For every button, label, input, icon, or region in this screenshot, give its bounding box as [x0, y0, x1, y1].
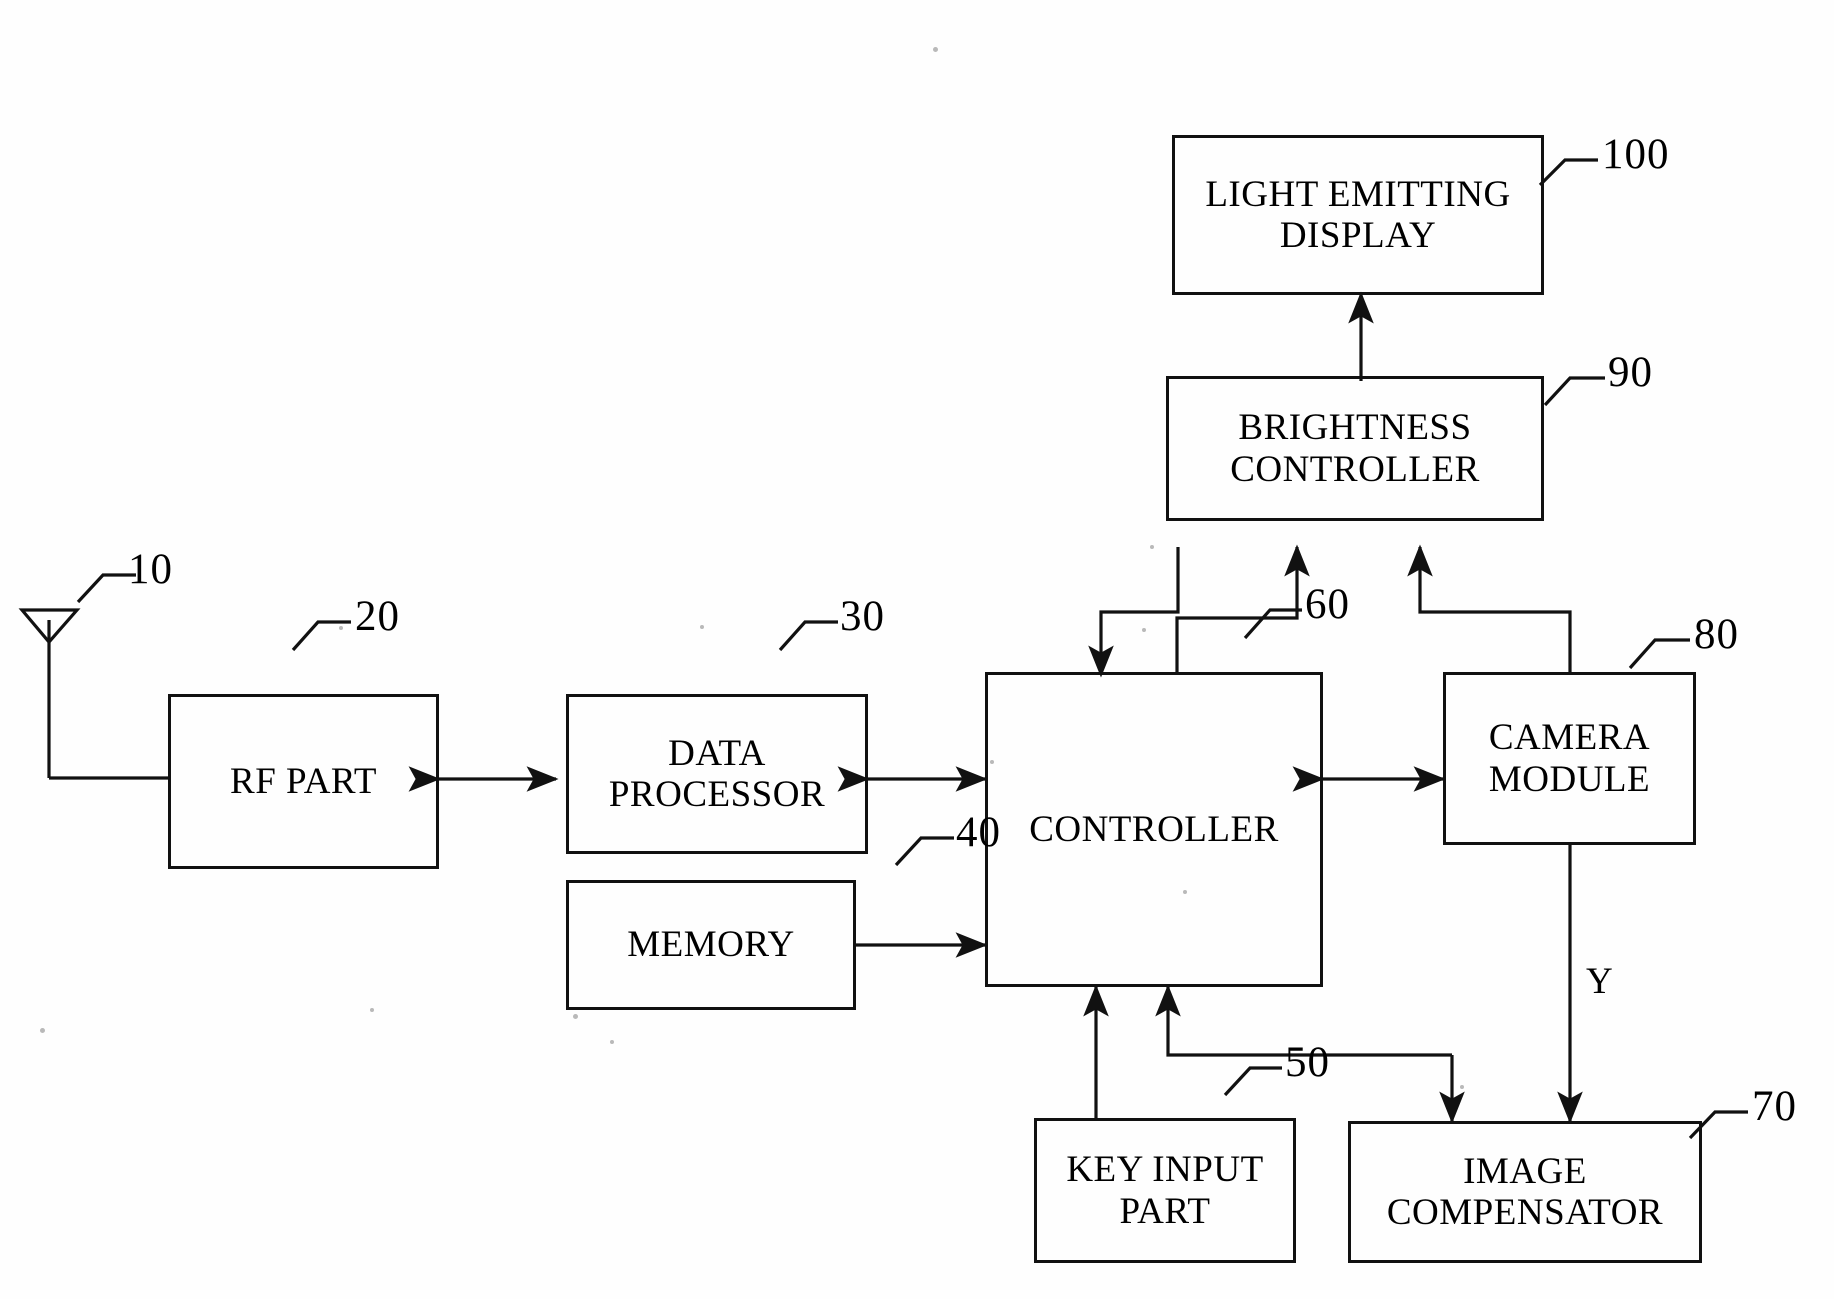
block-key-input-part[interactable]: KEY INPUT PART [1034, 1118, 1296, 1263]
block-rf-part[interactable]: RF PART [168, 694, 439, 869]
block-label: DATA PROCESSOR [608, 732, 826, 815]
scan-speck [40, 1028, 45, 1033]
block-label: KEY INPUT PART [1066, 1149, 1264, 1232]
scan-speck [610, 1040, 614, 1044]
diagram-canvas: LIGHT EMITTING DISPLAY BRIGHTNESS CONTRO… [0, 0, 1834, 1299]
block-label: LIGHT EMITTING DISPLAY [1205, 173, 1511, 256]
block-label: MEMORY [627, 924, 795, 966]
block-controller[interactable]: CONTROLLER [985, 672, 1323, 987]
block-image-compensator[interactable]: IMAGE COMPENSATOR [1348, 1121, 1702, 1263]
signal-label-y: Y [1586, 961, 1613, 1002]
ref-controller: 60 [1305, 581, 1350, 628]
block-label: CONTROLLER [1029, 808, 1279, 850]
ref-data-processor: 30 [840, 593, 885, 640]
scan-speck [573, 1014, 578, 1019]
scan-speck [1183, 890, 1187, 894]
block-label: RF PART [230, 760, 377, 802]
ref-rf-part: 20 [355, 593, 400, 640]
block-label: BRIGHTNESS CONTROLLER [1230, 407, 1480, 490]
ref-memory: 40 [956, 809, 1001, 856]
block-brightness-controller[interactable]: BRIGHTNESS CONTROLLER [1166, 376, 1544, 521]
scan-speck [700, 625, 704, 629]
scan-speck [933, 47, 938, 52]
scan-speck [1142, 628, 1146, 632]
scan-speck [1150, 545, 1154, 549]
connector-lines [18, 158, 1748, 1140]
block-camera-module[interactable]: CAMERA MODULE [1443, 672, 1696, 845]
block-label: CAMERA MODULE [1488, 717, 1651, 800]
scan-speck [370, 1008, 374, 1012]
block-light-emitting-display[interactable]: LIGHT EMITTING DISPLAY [1172, 135, 1544, 295]
block-label: IMAGE COMPENSATOR [1386, 1150, 1664, 1233]
ref-key-input-part: 50 [1285, 1039, 1330, 1086]
scan-speck [990, 760, 994, 764]
ref-brightness-controller: 90 [1608, 349, 1653, 396]
ref-antenna: 10 [128, 546, 173, 593]
ref-image-compensator: 70 [1752, 1083, 1797, 1130]
ref-camera-module: 80 [1694, 611, 1739, 658]
block-data-processor[interactable]: DATA PROCESSOR [566, 694, 868, 854]
scan-speck [1460, 1085, 1464, 1089]
ref-light-emitting-display: 100 [1602, 131, 1670, 178]
block-memory[interactable]: MEMORY [566, 880, 856, 1010]
scan-speck [339, 626, 343, 630]
